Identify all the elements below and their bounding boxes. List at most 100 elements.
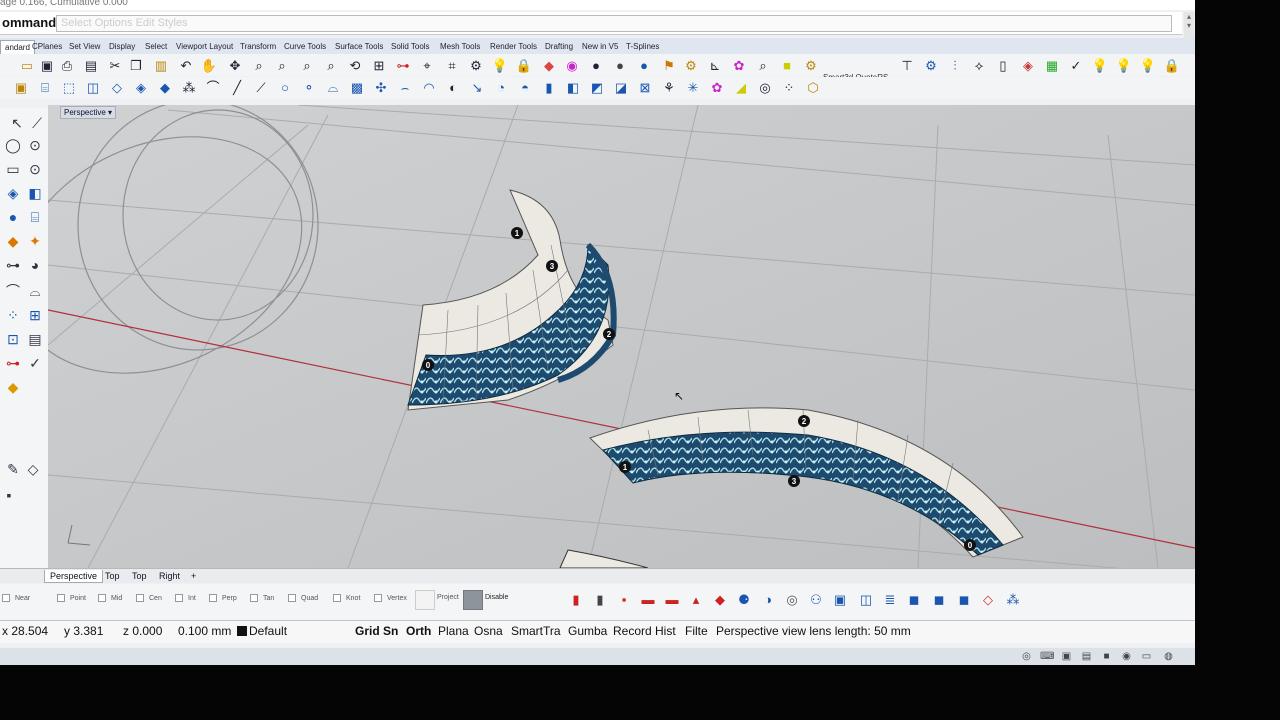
cylinder-tool-icon[interactable]: ⌸ <box>26 208 44 226</box>
pin-icon[interactable]: ⊤ <box>898 57 916 75</box>
paste-icon[interactable]: ▥ <box>152 57 170 75</box>
zebra-icon[interactable]: ✿ <box>708 79 726 97</box>
rectangle-tool-icon[interactable]: ▭ <box>4 160 22 178</box>
blue-cube-2-icon[interactable]: ◼ <box>931 592 947 608</box>
osnap-near[interactable]: Near <box>2 594 30 602</box>
tab-top-2[interactable]: Top <box>127 570 152 582</box>
surface-tool-icon[interactable]: ◈ <box>4 184 22 202</box>
spiral-icon[interactable]: ◎ <box>756 79 774 97</box>
tab-viewport-layout[interactable]: Viewport Layout <box>172 40 237 53</box>
box-tool-icon[interactable]: ◧ <box>26 184 44 202</box>
osnap-cen[interactable]: Cen <box>136 594 162 602</box>
pane-record-history[interactable]: Record Hist <box>613 624 676 638</box>
rendered-sphere-icon[interactable]: ● <box>635 57 653 75</box>
tray-chrome-icon[interactable]: ◍ <box>1162 650 1175 663</box>
zoom-extents-icon[interactable]: ⌕ <box>298 57 316 75</box>
tab-transform[interactable]: Transform <box>236 40 280 53</box>
cap-icon[interactable]: ▮ <box>540 79 558 97</box>
tab-drafting[interactable]: Drafting <box>541 40 577 53</box>
osnap-perp[interactable]: Perp <box>209 594 237 602</box>
lock-2-icon[interactable]: 🔒 <box>1163 57 1181 75</box>
pan-icon[interactable]: ✋ <box>200 57 218 75</box>
tray-disc-icon[interactable]: ◎ <box>1020 650 1033 663</box>
red-cube-icon[interactable]: ◇ <box>980 592 996 608</box>
polygon-tool-icon[interactable]: ⊙ <box>26 160 44 178</box>
rail-icon[interactable]: ◓ <box>516 79 534 97</box>
tab-surface-tools[interactable]: Surface Tools <box>331 40 387 53</box>
plugin-d-icon[interactable]: ▯ <box>994 57 1012 75</box>
cylinder-icon[interactable]: ⌸ <box>36 79 54 97</box>
osnap-mid[interactable]: Mid <box>98 594 122 602</box>
gem-icon[interactable]: ⬡ <box>804 79 822 97</box>
tray-globe-icon[interactable]: ◉ <box>1120 650 1133 663</box>
properties-icon[interactable]: ⚙ <box>467 57 485 75</box>
render-red-5-icon[interactable]: ▴ <box>688 592 704 608</box>
lock-icon[interactable]: 🔒 <box>515 57 533 75</box>
extrude-icon[interactable]: ◫ <box>84 79 102 97</box>
tab-cplanes[interactable]: CPlanes <box>28 40 66 53</box>
render-red-2-icon[interactable]: ▪ <box>616 592 632 608</box>
zoom-selected-icon[interactable]: ⌕ <box>322 57 340 75</box>
viewport-title[interactable]: Perspective ▾ <box>60 106 117 119</box>
sweep-icon[interactable]: ↘ <box>468 79 486 97</box>
blue-box-2-icon[interactable]: ◫ <box>858 592 874 608</box>
pane-planar[interactable]: Plana <box>438 624 469 638</box>
tab-display[interactable]: Display <box>105 40 139 53</box>
plugin-b-icon[interactable]: ⫶ <box>946 57 964 75</box>
tray-network-icon[interactable]: ▤ <box>1080 650 1093 663</box>
pane-osnap[interactable]: Osna <box>474 624 503 638</box>
polyline-icon[interactable]: ⟋ <box>252 79 270 97</box>
new-file-icon[interactable]: ▭ <box>18 57 36 75</box>
tab-render-tools[interactable]: Render Tools <box>486 40 541 53</box>
add-view-tab-icon[interactable]: + <box>186 570 201 582</box>
tool-1-icon[interactable]: ▣ <box>12 79 30 97</box>
osnap-tan[interactable]: Tan <box>250 594 274 602</box>
four-view-icon[interactable]: ⊞ <box>370 57 388 75</box>
pattern-icon[interactable]: ⁘ <box>780 79 798 97</box>
bend-icon[interactable]: ⌢ <box>396 79 414 97</box>
transform-tool-icon[interactable]: ✦ <box>26 232 44 250</box>
tab-top[interactable]: Top <box>100 570 125 582</box>
check-tool-icon[interactable]: ✓ <box>26 354 44 372</box>
polyline-tool-icon[interactable]: ⟋ <box>28 114 46 132</box>
chamfer-tool-icon[interactable]: ⌓ <box>26 282 44 300</box>
tray-app-icon[interactable]: ▣ <box>1060 650 1073 663</box>
print-icon[interactable]: ⎙ <box>58 57 76 75</box>
layer-icon[interactable]: ■ <box>778 57 796 75</box>
cage-icon[interactable]: ▩ <box>348 79 366 97</box>
blue-sphere-1-icon[interactable]: ⚈ <box>736 592 752 608</box>
open-icon[interactable]: ▤ <box>82 57 100 75</box>
check-icon[interactable]: ✓ <box>1067 57 1085 75</box>
text-tool-icon[interactable]: ⊶ <box>4 354 22 372</box>
box-icon[interactable]: ⬚ <box>60 79 78 97</box>
tab-perspective[interactable]: Perspective <box>44 570 104 583</box>
render-red-6-icon[interactable]: ◆ <box>712 592 728 608</box>
osnap-knot[interactable]: Knot <box>333 594 360 602</box>
shell-icon[interactable]: ◧ <box>564 79 582 97</box>
fillet-tool-icon[interactable]: ⌒ <box>4 282 22 300</box>
pencil-tool-icon[interactable]: ✎ <box>4 460 22 478</box>
command-input[interactable]: Select Options Edit Styles <box>56 15 1172 32</box>
tray-keyboard-icon[interactable]: ⌨ <box>1040 650 1054 663</box>
render-tool-icon[interactable]: ◆ <box>4 378 22 396</box>
loft-icon[interactable]: ◆ <box>156 79 174 97</box>
plugin-c-icon[interactable]: ⟡ <box>970 57 988 75</box>
mesh-tool-icon[interactable]: ◆ <box>4 232 22 250</box>
plugin-a-icon[interactable]: ⚙ <box>922 57 940 75</box>
osnap-point[interactable]: Point <box>57 594 86 602</box>
blue-spheres-icon[interactable]: ⚇ <box>808 592 824 608</box>
material-icon[interactable]: ◆ <box>540 57 558 75</box>
bulb-icon[interactable]: 💡 <box>1091 57 1109 75</box>
smart3d-icon[interactable]: ⚙ <box>802 57 820 75</box>
bulb-on-icon[interactable]: 💡 <box>1115 57 1133 75</box>
analyze-curvature-icon[interactable]: ⚘ <box>660 79 678 97</box>
tab-curve-tools[interactable]: Curve Tools <box>280 40 330 53</box>
trim-tool-icon[interactable]: ⊶ <box>4 256 22 274</box>
circle-tool-icon[interactable]: ◯ <box>4 136 22 154</box>
sphere-icon[interactable]: ○ <box>276 79 294 97</box>
cplane-icon[interactable]: ⊶ <box>394 57 412 75</box>
color-icon[interactable]: ✿ <box>730 57 748 75</box>
render-sphere-icon[interactable]: ● <box>611 57 629 75</box>
zoom-window-icon[interactable]: ⌕ <box>273 57 291 75</box>
plugin-f-icon[interactable]: ▦ <box>1043 57 1061 75</box>
